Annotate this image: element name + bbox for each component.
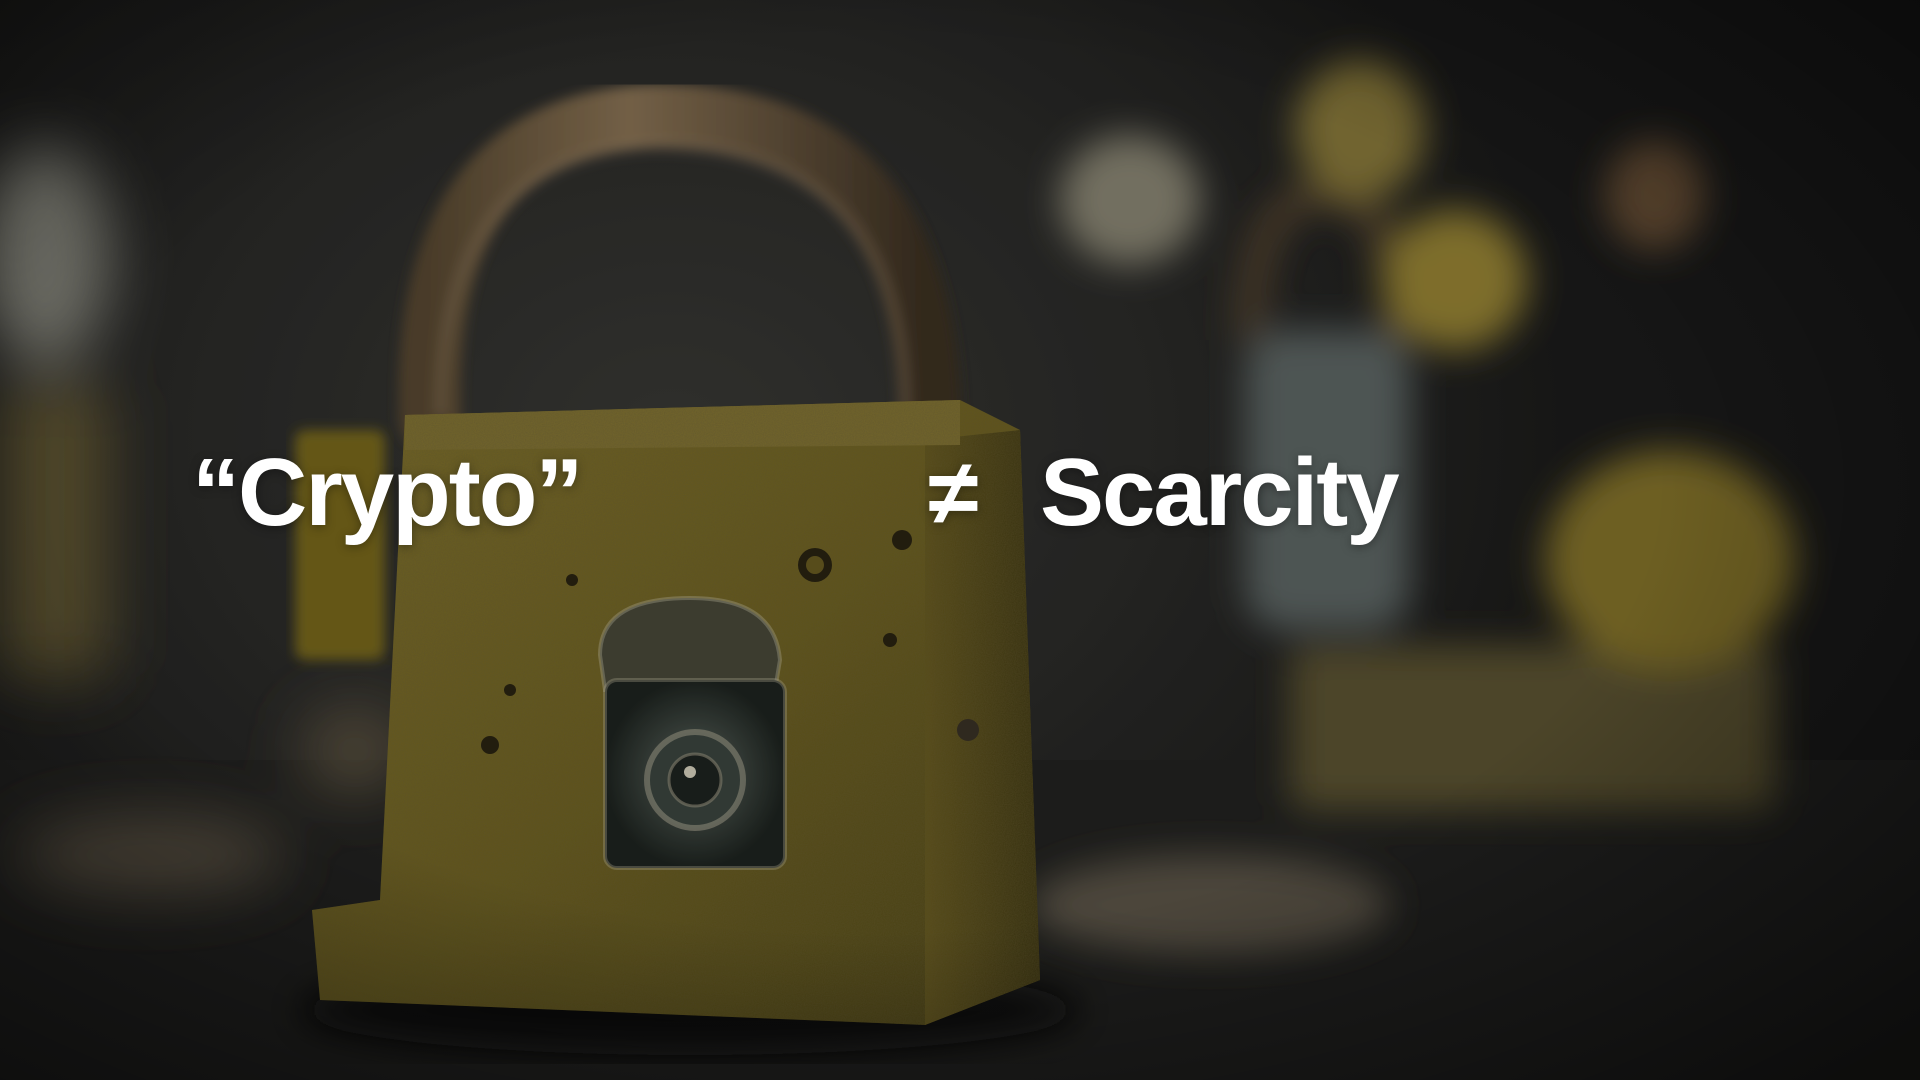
crypto-label: “Crypto” [192, 439, 583, 546]
slide: “Crypto” ≠ Scarcity [0, 0, 1920, 1080]
not-equal-sign: ≠ [928, 442, 978, 544]
scarcity-label: Scarcity [1040, 439, 1400, 546]
